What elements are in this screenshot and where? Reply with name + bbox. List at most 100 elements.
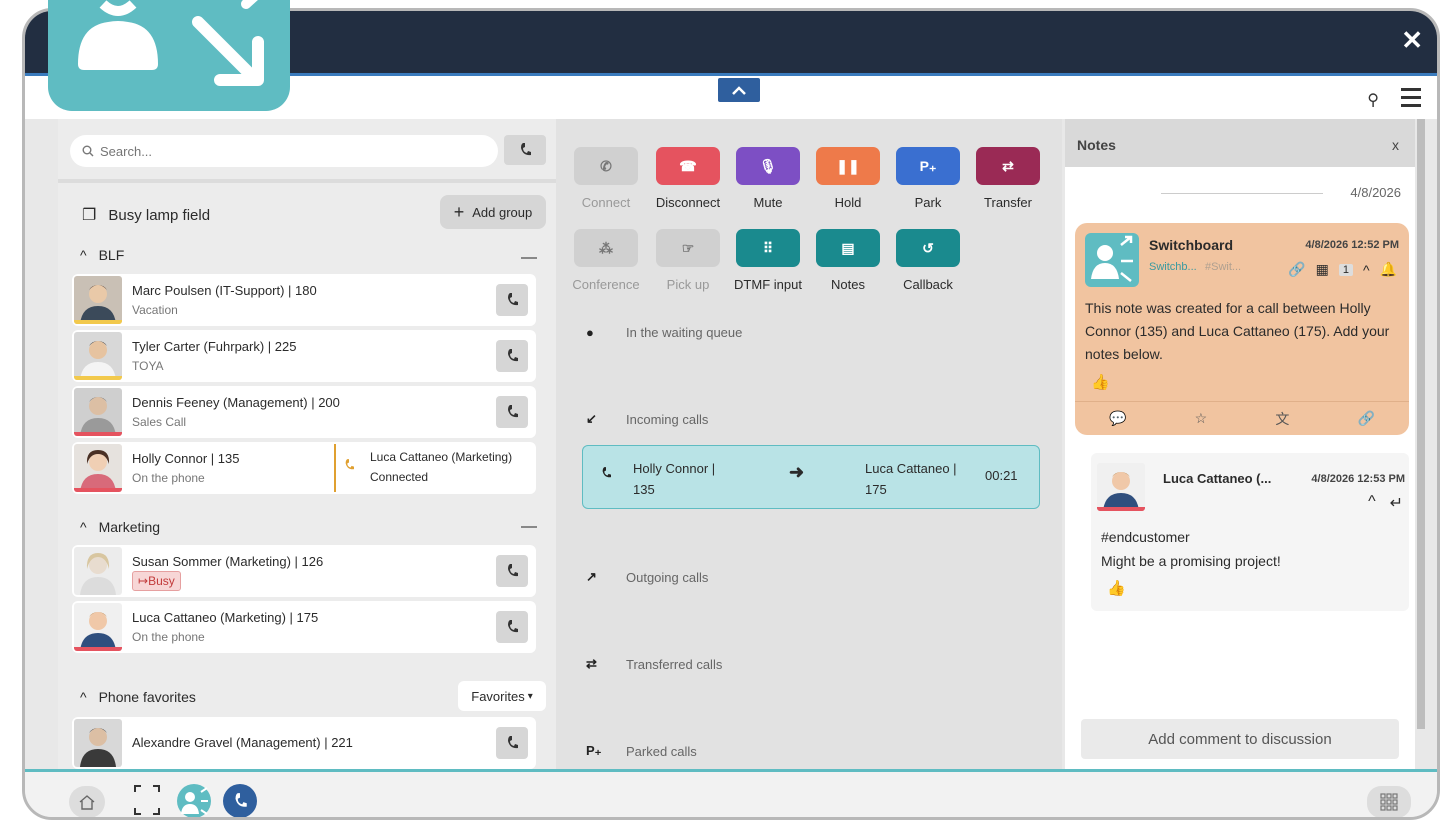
contact-row[interactable]: Luca Cattaneo (Marketing) | 175 On the p…: [72, 601, 536, 653]
contact-status: TOYA: [132, 359, 164, 373]
disconnect-action[interactable]: ☎ Disconnect: [646, 147, 730, 210]
notes-action[interactable]: ▤ Notes: [806, 229, 890, 292]
section-label: In the waiting queue: [626, 325, 743, 340]
connected-contact: Luca Cattaneo (Marketing): [370, 450, 513, 464]
note-body: This note was created for a call between…: [1085, 300, 1390, 362]
callback-button[interactable]: ↺: [896, 229, 960, 267]
status-bar: [74, 488, 122, 492]
status-bar: [74, 647, 122, 651]
connect-button[interactable]: ✆: [574, 147, 638, 185]
active-call-row[interactable]: Holly Connor | 135 ➜ Luca Cattaneo | 175 0…: [582, 445, 1040, 509]
chevron-up-icon[interactable]: ^: [1368, 493, 1376, 513]
fullscreen-icon[interactable]: [133, 784, 161, 816]
contact-row[interactable]: Holly Connor | 135 On the phone Luca Cat…: [72, 442, 536, 494]
transfer-arrows-icon: ⇄: [1002, 157, 1014, 174]
park-icon: P₊: [586, 743, 602, 758]
notes-button[interactable]: ▤: [816, 229, 880, 267]
dtmf-button[interactable]: ⠿: [736, 229, 800, 267]
disconnect-button[interactable]: ☎: [656, 147, 720, 185]
contact-name: Susan Sommer (Marketing) | 126: [132, 554, 324, 569]
connect-action[interactable]: ✆ Connect: [564, 147, 648, 210]
park-action[interactable]: P₊ Park: [886, 147, 970, 210]
collapse-dash-icon[interactable]: [521, 526, 537, 528]
add-comment-button[interactable]: Add comment to discussion: [1081, 719, 1399, 759]
phone-icon: [521, 143, 531, 156]
collapse-button[interactable]: [718, 78, 760, 102]
conference-button[interactable]: ⁂: [574, 229, 638, 267]
mute-button[interactable]: 🎙: [736, 147, 800, 185]
call-button[interactable]: [496, 727, 528, 759]
home-button[interactable]: [69, 786, 105, 817]
group-header-blf[interactable]: ^ BLF: [80, 247, 124, 263]
plus-icon: +: [453, 201, 465, 222]
reply-text: Might be a promising project!: [1101, 553, 1281, 569]
transfer-button[interactable]: ⇄: [976, 147, 1040, 185]
call-button[interactable]: [496, 340, 528, 372]
group-header-marketing[interactable]: ^ Marketing: [80, 519, 160, 535]
bell-icon[interactable]: 🔔: [1380, 261, 1397, 278]
contact-status: On the phone: [132, 630, 205, 644]
scrollbar[interactable]: [1417, 119, 1425, 729]
dial-button[interactable]: [504, 135, 546, 165]
group-header-favorites[interactable]: ^ Phone favorites: [80, 689, 196, 705]
close-icon[interactable]: x: [1392, 137, 1399, 153]
grid-plus-icon[interactable]: ▦: [1316, 261, 1329, 278]
transfer-action[interactable]: ⇄ Transfer: [966, 147, 1050, 210]
avatar: [74, 603, 122, 651]
contact-row[interactable]: Susan Sommer (Marketing) | 126 ↦Busy: [72, 545, 536, 597]
call-button[interactable]: [496, 396, 528, 428]
contact-row[interactable]: Marc Poulsen (IT-Support) | 180 Vacation: [72, 274, 536, 326]
star-icon[interactable]: ☆: [1195, 410, 1208, 427]
note-timestamp: 4/8/2026 12:52 PM: [1305, 239, 1399, 251]
search-input[interactable]: [100, 143, 480, 159]
park-button[interactable]: P₊: [896, 147, 960, 185]
reply-arrow-icon[interactable]: ↵: [1390, 493, 1403, 513]
call-button[interactable]: [496, 284, 528, 316]
action-label: Mute: [753, 195, 783, 210]
phone-icon: [508, 349, 518, 362]
reply-tag: #endcustomer: [1101, 529, 1190, 545]
pickup-button[interactable]: ☞: [656, 229, 720, 267]
apps-grid-button[interactable]: [1367, 786, 1411, 817]
section-label: Transferred calls: [626, 656, 723, 672]
switchboard-app-icon[interactable]: [177, 784, 211, 817]
mute-action[interactable]: 🎙 Mute: [726, 147, 810, 210]
phone-app-icon[interactable]: [223, 784, 257, 817]
chevron-up-icon[interactable]: ^: [1363, 262, 1370, 278]
notes-title: Notes: [1077, 137, 1116, 153]
add-group-button[interactable]: + Add group: [440, 195, 546, 229]
pause-icon: ❚❚: [836, 157, 860, 174]
dtmf-action[interactable]: ⠿ DTMF input: [726, 229, 810, 292]
parked-calls-section: P₊ Parked calls: [586, 743, 697, 759]
call-button[interactable]: [496, 611, 528, 643]
collapse-dash-icon[interactable]: [521, 257, 537, 259]
conference-icon: ⁂: [599, 239, 613, 256]
thumbs-up-icon[interactable]: 👍: [1107, 579, 1126, 597]
section-label: Outgoing calls: [626, 569, 709, 585]
phone-icon: [508, 564, 518, 577]
hold-action[interactable]: ❚❚ Hold: [806, 147, 890, 210]
link-icon[interactable]: 🔗: [1357, 410, 1374, 427]
comment-icon[interactable]: 💬: [1109, 410, 1126, 427]
contact-row[interactable]: Alexandre Gravel (Management) | 221: [72, 717, 536, 769]
group-icon: ❐: [82, 207, 97, 224]
hamburger-menu-icon[interactable]: [1401, 88, 1421, 112]
blf-header: ❐ Busy lamp field: [82, 205, 210, 225]
close-icon[interactable]: ✕: [1401, 27, 1423, 53]
hold-button[interactable]: ❚❚: [816, 147, 880, 185]
callback-action[interactable]: ↺ Callback: [886, 229, 970, 292]
reply-author: Luca Cattaneo (...: [1163, 471, 1272, 486]
contact-row[interactable]: Dennis Feeney (Management) | 200 Sales C…: [72, 386, 536, 438]
favorites-dropdown[interactable]: Favorites ▾: [458, 681, 546, 711]
pickup-action[interactable]: ☞ Pick up: [646, 229, 730, 292]
link-icon[interactable]: 🔗: [1288, 261, 1305, 278]
translate-icon[interactable]: 文: [1275, 409, 1289, 429]
conference-action[interactable]: ⁂ Conference: [564, 229, 648, 292]
thumbs-up-icon[interactable]: 👍: [1091, 373, 1110, 391]
pin-icon[interactable]: ⚲: [1367, 90, 1379, 110]
call-button[interactable]: [496, 555, 528, 587]
contact-row[interactable]: Tyler Carter (Fuhrpark) | 225 TOYA: [72, 330, 536, 382]
call-to: Luca Cattaneo | 175: [865, 461, 957, 497]
section-label: Parked calls: [626, 743, 697, 759]
action-label: Conference: [572, 277, 640, 292]
